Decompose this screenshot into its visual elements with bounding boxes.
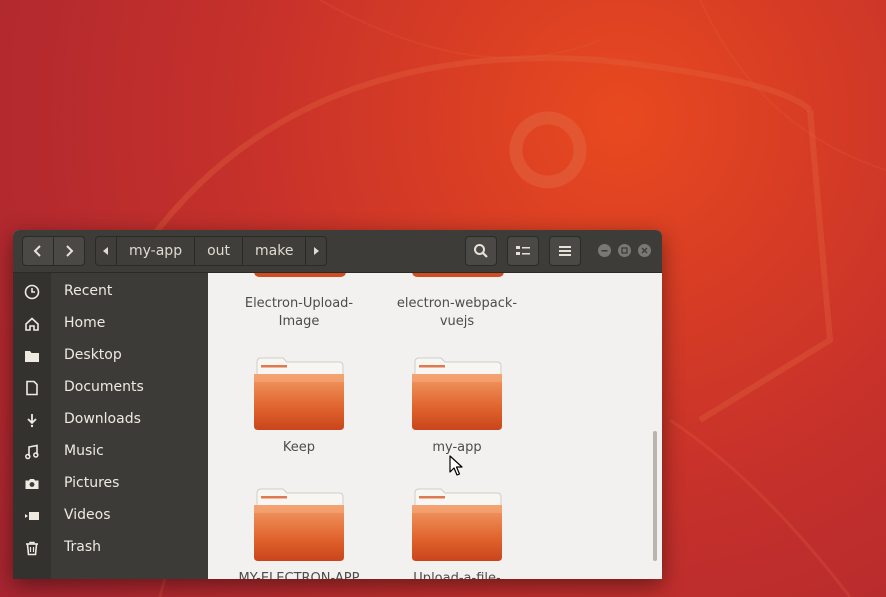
file-name: Keep [282,440,316,455]
hamburger-menu-icon [559,246,571,256]
vertical-scrollbar[interactable] [653,431,657,561]
camera-icon [23,475,41,493]
file-manager-window: my-app out make Recent Home Desktop Docu… [13,230,662,579]
chevron-right-icon [66,245,74,257]
mouse-pointer-icon [449,455,463,476]
file-item-upload-a-file[interactable]: Upload-a-file- [382,487,532,579]
folder-icon [412,273,504,277]
clock-icon [23,283,41,301]
file-item-my-app[interactable]: my-app [382,356,532,457]
trash-icon [23,539,41,557]
file-name-line2: Image [278,314,320,329]
file-name: MY-ELECTRON-APP [238,571,360,579]
file-view: Electron-Upload- Image electron-webpack-… [209,273,662,579]
crumb-my-app[interactable]: my-app [116,237,194,265]
sidebar-item-pictures[interactable]: Pictures [13,468,208,500]
sidebar-item-home[interactable]: Home [13,308,208,340]
header-bar: my-app out make [13,230,662,273]
file-name-line2: vuejs [439,314,475,329]
music-icon [23,443,41,461]
view-options-button[interactable] [507,236,539,266]
download-icon [23,411,41,429]
crumb-make[interactable]: make [242,237,305,265]
sidebar-item-trash[interactable]: Trash [13,532,208,564]
pathbar-scroll-left-button[interactable] [96,237,116,265]
folder-icon [254,273,346,277]
folder-icon [412,488,502,561]
sidebar-item-label: Desktop [64,347,122,363]
menu-button[interactable] [549,236,581,266]
sidebar-item-label: Pictures [64,475,120,491]
file-name: electron-webpack- [396,296,518,311]
maximize-icon [621,247,628,254]
sidebar-item-videos[interactable]: Videos [13,500,208,532]
places-sidebar: Recent Home Desktop Documents Downloads … [13,273,208,579]
chevron-left-icon [33,245,41,257]
folder-icon [254,488,344,561]
forward-button[interactable] [53,237,84,265]
file-name: Upload-a-file- [413,571,501,579]
search-icon [474,244,488,258]
sidebar-item-desktop[interactable]: Desktop [13,340,208,372]
close-icon [641,247,648,254]
close-button[interactable] [638,244,651,257]
triangle-left-icon [103,247,108,255]
file-item-electron-webpack-vuejs[interactable]: electron-webpack- vuejs [382,295,532,331]
sidebar-item-label: Videos [64,507,111,523]
navigation-buttons [22,236,85,266]
file-item-keep[interactable]: Keep [224,356,374,457]
sidebar-item-label: Documents [64,379,144,395]
crumb-out[interactable]: out [194,237,242,265]
search-button[interactable] [465,236,497,266]
back-button[interactable] [23,237,53,265]
folder-icon [412,357,502,430]
sidebar-item-label: Recent [64,283,113,299]
document-icon [23,379,41,397]
sidebar-item-label: Downloads [64,411,141,427]
sidebar-item-label: Trash [64,539,101,555]
sidebar-item-label: Home [64,315,106,331]
folder-icon [23,347,41,365]
pathbar-scroll-right-button[interactable] [305,237,326,265]
sidebar-item-recent[interactable]: Recent [13,276,208,308]
sidebar-item-documents[interactable]: Documents [13,372,208,404]
home-icon [23,315,41,333]
file-name: Electron-Upload- [244,296,354,311]
sidebar-item-music[interactable]: Music [13,436,208,468]
triangle-right-icon [314,247,320,255]
path-bar: my-app out make [95,236,328,266]
folder-icon [254,357,344,430]
file-item-my-electron-app[interactable]: MY-ELECTRON-APP [224,487,374,579]
sidebar-item-label: Music [64,443,104,459]
sidebar-item-downloads[interactable]: Downloads [13,404,208,436]
file-item-electron-upload-image[interactable]: Electron-Upload- Image [224,295,374,331]
minimize-icon [601,250,608,252]
minimize-button[interactable] [598,244,611,257]
maximize-button[interactable] [618,244,631,257]
video-icon [23,507,41,525]
view-options-icon [516,246,530,255]
